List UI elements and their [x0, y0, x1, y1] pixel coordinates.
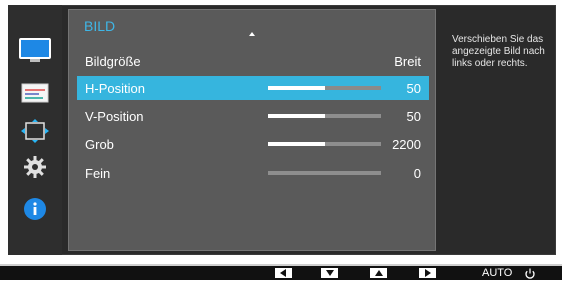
info-icon[interactable]: [8, 193, 62, 225]
left-arrow-icon: [280, 269, 286, 277]
level-bar-fill: [268, 114, 325, 118]
menu-row-value: 0: [413, 166, 421, 181]
menu-row-h-position[interactable]: H-Position 50: [77, 76, 429, 100]
menu-row-value: 50: [406, 81, 421, 96]
level-bar[interactable]: [268, 86, 381, 90]
down-arrow-button[interactable]: [321, 268, 338, 278]
menu-row-value: 2200: [392, 137, 421, 152]
menu-panel: BILD Bildgröße Breit H-Position 50 V-Pos…: [68, 9, 436, 251]
left-arrow-button[interactable]: [275, 268, 292, 278]
down-arrow-icon: [326, 270, 334, 276]
help-text: Verschieben Sie das angezeigte Bild nach…: [452, 34, 545, 69]
menu-icon-rail: [8, 5, 62, 255]
level-bar-fill: [268, 142, 325, 146]
menu-row-v-position[interactable]: V-Position 50: [77, 104, 429, 128]
menu-row-label: Bildgröße: [85, 54, 141, 69]
level-bar[interactable]: [268, 171, 381, 175]
menu-title: BILD: [84, 18, 116, 34]
level-bar[interactable]: [268, 142, 381, 146]
right-arrow-icon: [425, 269, 431, 277]
up-arrow-icon: [375, 270, 383, 276]
power-icon[interactable]: [524, 267, 536, 279]
color-icon[interactable]: [8, 77, 62, 109]
right-arrow-button[interactable]: [419, 268, 436, 278]
menu-row-fein[interactable]: Fein 0: [77, 161, 429, 185]
menu-row-label: Grob: [85, 137, 114, 152]
menu-row-label: H-Position: [85, 81, 145, 96]
size-position-icon[interactable]: [8, 115, 62, 147]
menu-row-value: 50: [406, 109, 421, 124]
level-bar[interactable]: [268, 114, 381, 118]
menu-row-label: Fein: [85, 166, 111, 181]
menu-row-label: V-Position: [85, 109, 144, 124]
menu-row-value: Breit: [394, 54, 421, 69]
settings-gear-icon[interactable]: [8, 151, 62, 183]
menu-row-grob[interactable]: Grob 2200: [77, 132, 429, 156]
level-bar-fill: [268, 86, 325, 90]
scroll-up-arrow-icon[interactable]: [249, 32, 255, 36]
menu-row-bildgroesse[interactable]: Bildgröße Breit: [77, 49, 429, 73]
auto-button[interactable]: AUTO: [482, 266, 512, 280]
monitor-icon[interactable]: [8, 35, 62, 67]
up-arrow-button[interactable]: [370, 268, 387, 278]
